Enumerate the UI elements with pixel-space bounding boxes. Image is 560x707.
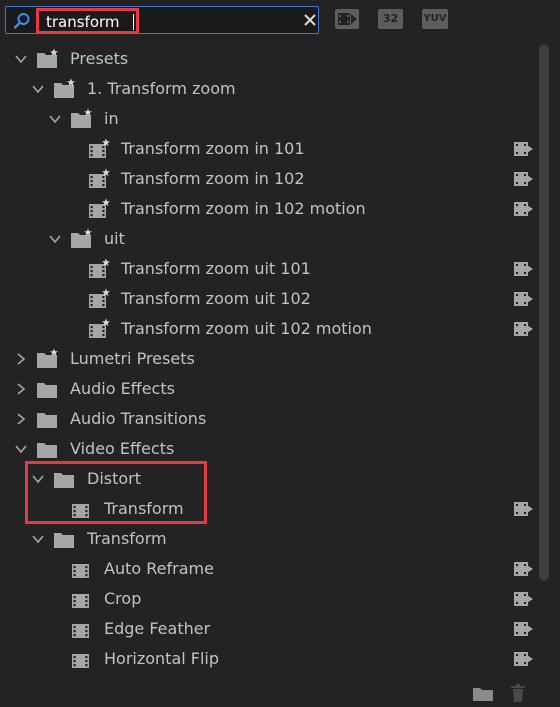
collapse-arrow-icon[interactable] — [14, 412, 28, 426]
tree-item-label: Horizontal Flip — [104, 649, 220, 668]
effect-icon — [72, 594, 89, 608]
folder-icon — [37, 383, 57, 398]
new-bin-icon[interactable] — [472, 686, 494, 702]
tree-item-label: Transform zoom uit 102 motion — [121, 319, 372, 338]
expand-arrow-icon[interactable] — [14, 442, 28, 456]
accelerated-effect-icon — [514, 622, 533, 636]
effects-toolbar: 32 YUV — [0, 0, 560, 40]
accelerated-effect-icon — [514, 262, 533, 276]
expand-arrow-icon[interactable] — [31, 82, 45, 96]
preset-icon — [89, 198, 110, 218]
preset-icon — [89, 288, 110, 308]
trash-icon[interactable] — [510, 683, 526, 703]
tree-folder-row[interactable]: Presets — [6, 44, 538, 74]
panel-footer — [0, 677, 560, 707]
tree-item-row[interactable]: Crop — [6, 584, 538, 614]
accelerated-effect-icon — [514, 172, 533, 186]
accelerated-effect-icon — [514, 142, 533, 156]
tree-item-row[interactable]: Auto Reframe — [6, 554, 538, 584]
tree-item-label: Transform — [87, 529, 167, 548]
effect-icon — [72, 564, 89, 578]
tree-item-row[interactable]: Transform zoom in 102 motion — [6, 194, 538, 224]
scrollbar-thumb[interactable] — [539, 44, 549, 581]
preset-folder-icon — [54, 78, 75, 98]
accelerated-effect-icon — [514, 502, 533, 516]
tree-folder-row[interactable]: Video Effects — [6, 434, 538, 464]
tree-item-row[interactable]: Transform zoom uit 101 — [6, 254, 538, 284]
tree-item-label: Crop — [104, 589, 142, 608]
32-bit-filter-button[interactable]: 32 — [378, 9, 403, 29]
expand-arrow-icon[interactable] — [48, 232, 62, 246]
accelerated-effect-icon — [514, 292, 533, 306]
tree-item-row[interactable]: Transform zoom uit 102 motion — [6, 314, 538, 344]
tree-item-row[interactable]: Transform zoom in 101 — [6, 134, 538, 164]
expand-arrow-icon[interactable] — [14, 52, 28, 66]
preset-folder-icon — [71, 228, 92, 248]
tree-item-label: Auto Reframe — [104, 559, 214, 578]
accelerated-effect-icon — [514, 202, 533, 216]
tree-folder-row[interactable]: in — [6, 104, 538, 134]
tree-item-label: Video Effects — [70, 439, 175, 458]
tree-folder-row[interactable]: Transform — [6, 524, 538, 554]
tree-item-label: in — [104, 109, 119, 128]
highlight-box — [25, 461, 207, 524]
tree-item-row[interactable]: Transform zoom in 102 — [6, 164, 538, 194]
collapse-arrow-icon[interactable] — [14, 382, 28, 396]
tree-item-label: Audio Transitions — [70, 409, 207, 428]
tree-folder-row[interactable]: uit — [6, 224, 538, 254]
accelerated-effects-filter-button[interactable] — [335, 9, 359, 29]
accelerated-effect-icon — [514, 592, 533, 606]
accelerated-effect-icon — [338, 13, 357, 25]
tree-item-label: Transform zoom in 101 — [121, 139, 305, 158]
folder-icon — [37, 443, 57, 458]
tree-item-label: 1. Transform zoom — [87, 79, 236, 98]
preset-icon — [89, 258, 110, 278]
tree-item-label: Edge Feather — [104, 619, 211, 638]
search-box[interactable] — [5, 6, 319, 34]
tree-item-label: Transform zoom uit 102 — [121, 289, 311, 308]
folder-icon — [54, 533, 74, 548]
clear-icon[interactable] — [303, 13, 317, 27]
effect-icon — [72, 654, 89, 668]
expand-arrow-icon[interactable] — [48, 112, 62, 126]
collapse-arrow-icon[interactable] — [14, 352, 28, 366]
tree-item-label: uit — [104, 229, 125, 248]
tree-item-row[interactable]: Transform zoom uit 102 — [6, 284, 538, 314]
tree-folder-row[interactable]: 1. Transform zoom — [6, 74, 538, 104]
tree-folder-row[interactable]: Audio Transitions — [6, 404, 538, 434]
tree-item-label: Transform zoom in 102 — [121, 169, 305, 188]
search-input[interactable] — [46, 12, 286, 32]
expand-arrow-icon[interactable] — [31, 532, 45, 546]
effects-tree: Presets 1. Transform zoom in Transform zoo… — [6, 44, 538, 677]
tree-item-row[interactable]: Edge Feather — [6, 614, 538, 644]
preset-icon — [89, 168, 110, 188]
tree-item-label: Audio Effects — [70, 379, 175, 398]
tree-item-row[interactable]: Horizontal Flip — [6, 644, 538, 674]
tree-item-label: Transform zoom uit 101 — [121, 259, 311, 278]
tree-item-label: Transform zoom in 102 motion — [121, 199, 366, 218]
preset-folder-icon — [37, 48, 58, 68]
effect-icon — [72, 624, 89, 638]
preset-folder-icon — [37, 348, 58, 368]
tree-item-label: Presets — [70, 49, 129, 68]
tree-item-label: Lumetri Presets — [70, 349, 195, 368]
preset-icon — [89, 138, 110, 158]
preset-folder-icon — [71, 108, 92, 128]
accelerated-effect-icon — [514, 652, 533, 666]
yuv-filter-button[interactable]: YUV — [422, 9, 448, 29]
accelerated-effect-icon — [514, 562, 533, 576]
tree-folder-row[interactable]: Audio Effects — [6, 374, 538, 404]
preset-icon — [89, 318, 110, 338]
folder-icon — [37, 413, 57, 428]
accelerated-effect-icon — [514, 322, 533, 336]
tree-folder-row[interactable]: Lumetri Presets — [6, 344, 538, 374]
text-caret — [133, 14, 134, 30]
search-icon[interactable] — [13, 12, 31, 30]
